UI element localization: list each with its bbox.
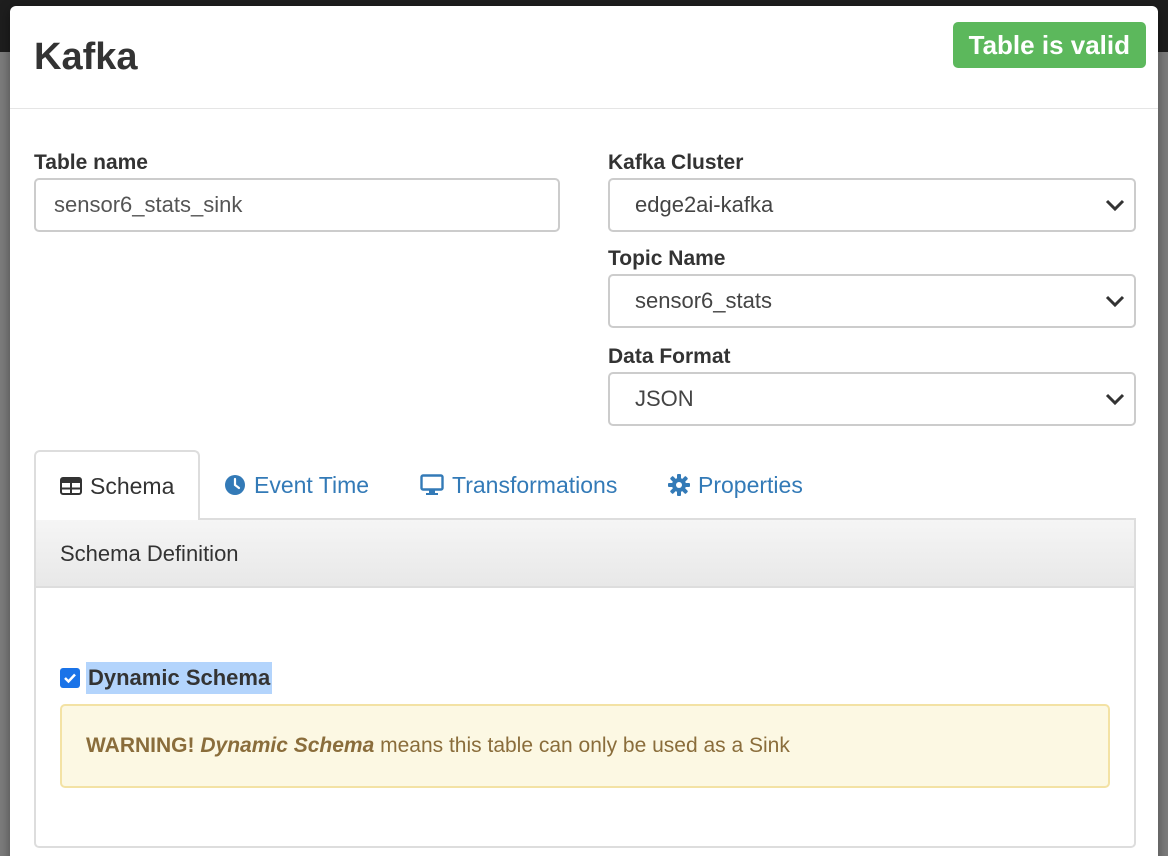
topic-name-value: sensor6_stats: [635, 288, 772, 313]
table-config-tabs: Schema Event Time Transformations Proper…: [34, 450, 1136, 522]
tab-properties-label: Properties: [698, 471, 803, 498]
gear-icon: [668, 474, 690, 496]
tab-schema[interactable]: Schema: [34, 450, 201, 522]
dynamic-schema-warning: WARNING! Dynamic Schema means this table…: [60, 704, 1110, 788]
tab-schema-label: Schema: [90, 472, 175, 499]
modal-header: Kafka Table is valid: [10, 6, 1158, 109]
chevron-down-icon: [1105, 199, 1125, 212]
chevron-down-icon: [1105, 295, 1125, 308]
table-name-input[interactable]: sensor6_stats_sink: [34, 178, 560, 232]
chevron-down-icon: [1105, 393, 1125, 406]
topic-name-select[interactable]: sensor6_stats: [608, 274, 1136, 328]
schema-definition-heading: Schema Definition: [36, 520, 1134, 588]
clock-icon: [225, 475, 245, 495]
tab-properties[interactable]: Properties: [668, 450, 803, 520]
topic-name-label: Topic Name: [608, 247, 726, 270]
table-icon: [60, 477, 82, 495]
warning-prefix: WARNING!: [86, 734, 195, 757]
schema-panel: Schema Definition Dynamic Schema WARNING…: [34, 520, 1136, 848]
dynamic-schema-checkbox[interactable]: [60, 668, 80, 688]
kafka-cluster-select[interactable]: edge2ai-kafka: [608, 178, 1136, 232]
warning-text: means this table can only be used as a S…: [374, 734, 790, 757]
data-format-value: JSON: [635, 386, 694, 411]
table-name-label: Table name: [34, 151, 148, 174]
kafka-table-modal: Kafka Table is valid Table name sensor6_…: [10, 6, 1158, 856]
modal-title: Kafka: [34, 36, 138, 78]
table-valid-badge: Table is valid: [952, 22, 1146, 68]
tab-event-time-label: Event Time: [254, 471, 370, 498]
tab-event-time[interactable]: Event Time: [224, 450, 369, 520]
kafka-cluster-label: Kafka Cluster: [608, 151, 744, 174]
monitor-icon: [420, 474, 444, 495]
tab-transformations[interactable]: Transformations: [420, 450, 617, 520]
checkmark-icon: [64, 673, 76, 684]
dynamic-schema-label[interactable]: Dynamic Schema: [86, 662, 273, 694]
kafka-cluster-value: edge2ai-kafka: [635, 192, 774, 217]
data-format-label: Data Format: [608, 345, 731, 368]
warning-emphasis: Dynamic Schema: [200, 734, 375, 757]
tab-transformations-label: Transformations: [452, 471, 618, 498]
data-format-select[interactable]: JSON: [608, 372, 1136, 426]
